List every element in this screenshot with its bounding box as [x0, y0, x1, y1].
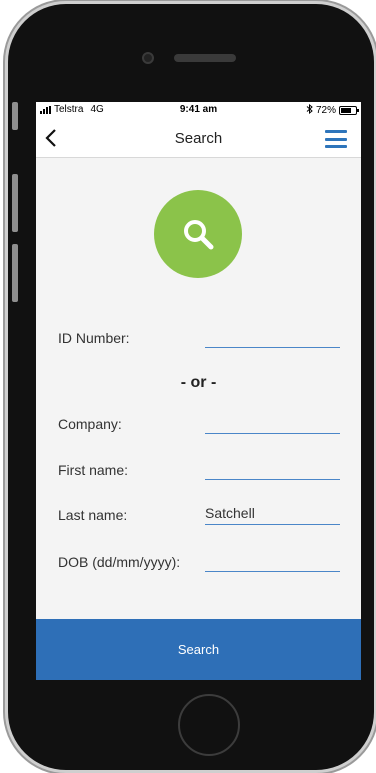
earpiece-speaker [174, 54, 236, 62]
company-input[interactable] [205, 412, 340, 434]
mute-switch [12, 102, 18, 130]
last-name-input[interactable] [205, 503, 340, 525]
home-button[interactable] [178, 694, 240, 756]
page-title: Search [174, 130, 223, 147]
last-name-row: Last name: [58, 501, 340, 525]
navigation-bar: Search [36, 118, 361, 158]
battery-fill [341, 108, 352, 113]
id-number-input[interactable] [205, 326, 340, 348]
app-screen: Telstra 4G 9:41 am 72% Search ID Number: [36, 102, 361, 680]
status-bar: Telstra 4G 9:41 am 72% [36, 102, 361, 118]
battery-icon [339, 106, 359, 115]
dob-input[interactable] [205, 550, 340, 572]
status-right: 72% [306, 103, 359, 117]
front-camera [142, 52, 154, 64]
magnifier-icon [184, 220, 214, 250]
id-number-label: ID Number: [58, 330, 130, 346]
hamburger-menu-icon[interactable] [325, 130, 347, 148]
dob-label: DOB (dd/mm/yyyy): [58, 554, 181, 570]
company-row: Company: [58, 410, 340, 434]
search-button[interactable]: Search [36, 619, 361, 680]
dob-row: DOB (dd/mm/yyyy): [58, 548, 340, 572]
battery-percent: 72% [315, 105, 336, 116]
first-name-input[interactable] [205, 458, 340, 480]
company-label: Company: [58, 416, 122, 432]
volume-down-button [12, 244, 18, 302]
first-name-row: First name: [58, 456, 340, 480]
id-number-row: ID Number: [58, 324, 340, 348]
volume-up-button [12, 174, 18, 232]
last-name-label: Last name: [58, 507, 128, 523]
bluetooth-icon [306, 103, 313, 117]
first-name-label: First name: [58, 462, 129, 478]
search-badge [154, 190, 242, 278]
or-divider: - or - [180, 374, 217, 391]
